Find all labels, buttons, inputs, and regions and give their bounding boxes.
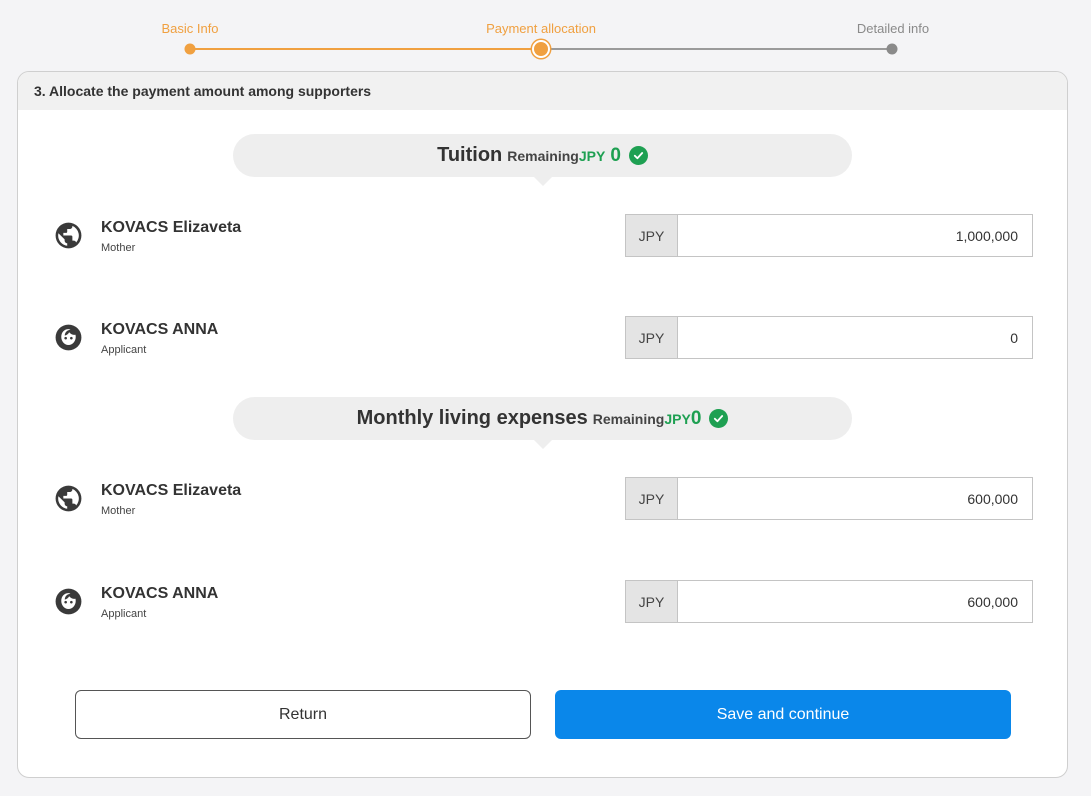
supporter-role: Mother (101, 505, 136, 517)
check-circle-icon (628, 146, 648, 165)
tuition-supporter-row: KOVACS ANNA Applicant JPY (18, 316, 1067, 360)
step-connector-pending (541, 48, 893, 50)
step-payment-allocation-label: Payment allocation (486, 21, 596, 36)
remaining-value: 0 (610, 144, 621, 166)
amount-input[interactable] (677, 477, 1033, 520)
remaining-label: Remaining (592, 410, 665, 427)
supporter-name: KOVACS ANNA (101, 321, 219, 338)
return-button[interactable]: Return (75, 690, 531, 739)
living-expenses-section-header: Monthly living expenses Remaining JPY 0 (233, 397, 852, 440)
amount-input[interactable] (677, 580, 1033, 623)
remaining-label: Remaining (507, 147, 579, 164)
amount-field: JPY (625, 580, 1033, 623)
supporter-name: KOVACS Elizaveta (101, 482, 242, 499)
living-supporter-row: KOVACS ANNA Applicant JPY (18, 580, 1067, 624)
globe-icon (53, 483, 84, 514)
remaining-value: 0 (690, 407, 702, 429)
supporter-name: KOVACS ANNA (101, 585, 219, 602)
section-title: Tuition (437, 144, 503, 166)
step-detailed-info-dot (886, 43, 898, 55)
currency-prefix: JPY (625, 316, 677, 359)
globe-icon (53, 220, 84, 251)
amount-field: JPY (625, 316, 1033, 359)
amount-input[interactable] (677, 214, 1033, 257)
allocation-card: 3. Allocate the payment amount among sup… (17, 71, 1068, 778)
progress-stepper: Basic Info Payment allocation Detailed i… (0, 0, 1091, 70)
section-title: Monthly living expenses (356, 407, 588, 429)
step-connector-completed (190, 48, 541, 50)
remaining-currency: JPY (578, 147, 606, 164)
card-header: 3. Allocate the payment amount among sup… (18, 72, 1067, 110)
supporter-role: Mother (101, 242, 136, 254)
supporter-name: KOVACS Elizaveta (101, 219, 242, 236)
tuition-section-header: Tuition Remaining JPY 0 (233, 134, 852, 177)
face-icon (53, 322, 84, 353)
currency-prefix: JPY (625, 580, 677, 623)
step-payment-allocation-dot (532, 40, 550, 58)
amount-field: JPY (625, 477, 1033, 520)
amount-field: JPY (625, 214, 1033, 257)
check-circle-icon (709, 409, 729, 428)
step-basic-info-label: Basic Info (161, 21, 219, 36)
supporter-role: Applicant (101, 608, 147, 620)
tuition-supporter-row: KOVACS Elizaveta Mother JPY (18, 214, 1067, 258)
currency-prefix: JPY (625, 214, 677, 257)
remaining-currency: JPY (664, 410, 691, 427)
save-and-continue-button[interactable]: Save and continue (555, 690, 1011, 739)
amount-input[interactable] (677, 316, 1033, 359)
currency-prefix: JPY (625, 477, 677, 520)
supporter-role: Applicant (101, 344, 147, 356)
step-detailed-info-label: Detailed info (856, 21, 930, 36)
living-supporter-row: KOVACS Elizaveta Mother JPY (18, 477, 1067, 521)
face-icon (53, 586, 84, 617)
step-basic-info-dot[interactable] (184, 43, 196, 55)
